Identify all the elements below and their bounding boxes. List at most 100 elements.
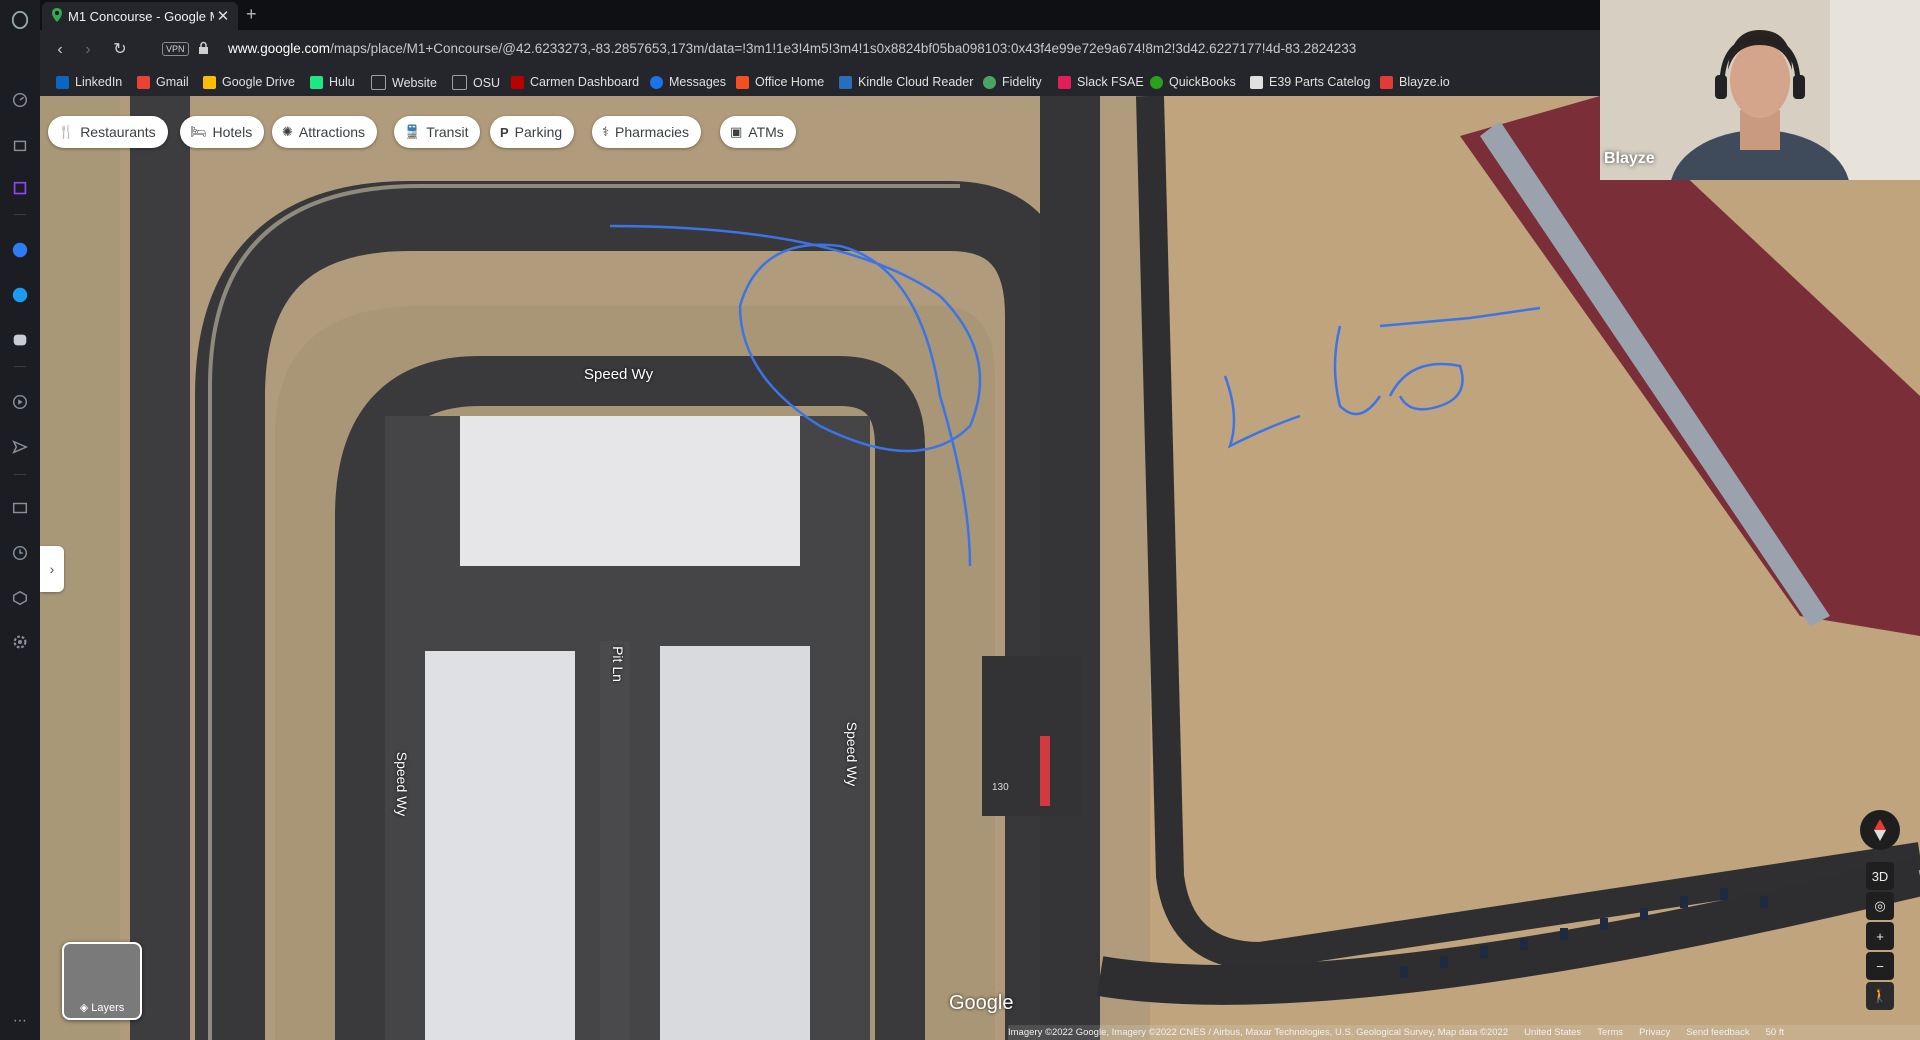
bookmark-kindle[interactable]: Kindle Cloud Reader	[839, 75, 973, 89]
forward-button[interactable]: ›	[78, 40, 98, 60]
chip-pharmacies[interactable]: ⚕ Pharmacies	[592, 116, 701, 148]
bookmark-google-drive[interactable]: Google Drive	[203, 75, 295, 89]
bookmark-label: Carmen Dashboard	[530, 75, 640, 89]
bookmark-quickbooks[interactable]: QuickBooks	[1150, 75, 1236, 89]
bookmark-blayze[interactable]: Blayze.io	[1380, 75, 1450, 89]
quickbooks-icon	[1150, 75, 1163, 89]
bookmark-linkedin[interactable]: LinkedIn	[56, 75, 122, 89]
bookmark-e39[interactable]: E39 Parts Catelog	[1250, 75, 1370, 89]
road-label: Speed Wy	[584, 366, 654, 383]
linkedin-icon	[56, 75, 69, 89]
chip-attractions[interactable]: ✺ Attractions	[272, 116, 378, 148]
bookmark-website[interactable]: Website	[371, 75, 437, 90]
send-feedback-link[interactable]: Send feedback	[1686, 1027, 1749, 1038]
my-location-button[interactable]: ◎	[1866, 892, 1894, 920]
pegman-button[interactable]: 🚶	[1866, 982, 1894, 1010]
send-icon[interactable]	[8, 435, 32, 459]
kindle-icon	[839, 75, 852, 89]
layers-button[interactable]: ◈ Layers	[62, 942, 142, 1020]
extensions-icon[interactable]	[8, 586, 32, 610]
pegman-icon: 🚶	[1871, 988, 1889, 1003]
chip-atms[interactable]: ▣ ATMs	[720, 116, 796, 148]
terms-link[interactable]: Terms	[1597, 1027, 1623, 1038]
tab-close-icon[interactable]: ✕	[214, 7, 232, 25]
zoom-in-button[interactable]: +	[1866, 922, 1894, 950]
opera-logo-icon[interactable]	[8, 8, 32, 32]
bookmark-label: QuickBooks	[1169, 75, 1236, 89]
road-marker: 130	[992, 782, 1009, 793]
tab-google-maps[interactable]: M1 Concourse - Google M ✕	[42, 2, 238, 30]
chip-transit[interactable]: 🚆 Transit	[394, 116, 481, 148]
shopping-icon[interactable]	[8, 133, 32, 157]
more-icon[interactable]: ⋯	[8, 1008, 32, 1032]
browser-sidebar: ⋯	[0, 0, 41, 1040]
imagery-credit: Imagery ©2022 Google, Imagery ©2022 CNES…	[1008, 1027, 1509, 1038]
twitter-icon[interactable]	[8, 283, 32, 307]
bookmark-label: LinkedIn	[75, 75, 123, 89]
privacy-link[interactable]: Privacy	[1639, 1027, 1670, 1038]
tilt-3d-button[interactable]: 3D	[1866, 862, 1894, 890]
scale-bar[interactable]: 50 ft	[1766, 1027, 1785, 1038]
url-host: www.google.com	[228, 41, 331, 56]
url-field[interactable]: www.google.com/maps/place/M1+Concourse/@…	[228, 41, 1356, 56]
reload-button[interactable]: ↻	[110, 40, 130, 60]
bookmark-hulu[interactable]: Hulu	[310, 75, 355, 89]
bookmark-label: Google Drive	[222, 75, 295, 89]
minus-icon: −	[1876, 958, 1884, 974]
discord-icon[interactable]	[8, 328, 32, 352]
bookmark-label: Blayze.io	[1399, 75, 1450, 89]
vpn-badge[interactable]: VPN	[162, 42, 189, 56]
google-logo: Google	[949, 992, 1014, 1014]
atm-icon: ▣	[730, 124, 743, 139]
bookmark-fidelity[interactable]: Fidelity	[983, 75, 1042, 89]
blayze-icon	[1380, 75, 1393, 89]
satellite-imagery	[40, 96, 1920, 1040]
google-drive-icon	[203, 75, 216, 89]
history-icon[interactable]	[8, 541, 32, 565]
region-link[interactable]: United States	[1524, 1027, 1581, 1038]
road-label: Speed Wy	[394, 751, 411, 817]
lock-icon[interactable]	[198, 41, 209, 60]
bookmark-label: OSU	[473, 75, 501, 90]
hulu-icon	[310, 75, 323, 89]
tabs-icon[interactable]	[8, 496, 32, 520]
chip-label: Transit	[426, 124, 469, 140]
location-icon: ◎	[1874, 898, 1886, 913]
bookmark-gmail[interactable]: Gmail	[137, 75, 189, 89]
messenger-icon[interactable]	[8, 238, 32, 262]
bookmark-messages[interactable]: Messages	[650, 75, 726, 89]
participant-name: Blayze	[1604, 150, 1655, 167]
zoom-out-button[interactable]: −	[1866, 952, 1894, 980]
document-icon	[1250, 75, 1263, 89]
new-tab-button[interactable]: +	[246, 4, 257, 25]
player-icon[interactable]	[8, 390, 32, 414]
layers-icon: ◈	[79, 1002, 92, 1014]
slack-icon	[1058, 75, 1071, 89]
settings-icon[interactable]	[8, 630, 32, 654]
chip-parking[interactable]: P Parking	[490, 116, 575, 148]
pharmacy-icon: ⚕	[602, 124, 610, 139]
bookmark-slack[interactable]: Slack FSAE	[1058, 75, 1144, 89]
gmail-icon	[137, 75, 150, 89]
carmen-icon	[511, 75, 524, 89]
chevron-right-icon: ›	[49, 561, 55, 577]
expand-panel-button[interactable]: ›	[40, 546, 64, 592]
fidelity-icon	[983, 75, 996, 89]
chip-hotels[interactable]: 🛏 Hotels	[180, 116, 265, 148]
bookmark-office-home[interactable]: Office Home	[736, 75, 824, 89]
satellite-map[interactable]: Speed Wy Speed Wy Speed Wy Pit Ln 130 🍴 R…	[40, 96, 1920, 1040]
chip-label: Parking	[514, 124, 563, 140]
compass-control[interactable]	[1860, 810, 1900, 850]
layers-label: Layers	[91, 1002, 125, 1014]
messages-icon	[650, 75, 663, 89]
tab-strip: M1 Concourse - Google M ✕ +	[40, 0, 1600, 30]
twitch-icon[interactable]	[8, 177, 32, 201]
webcam-overlay: Blayze	[1600, 0, 1920, 180]
bookmark-osu[interactable]: OSU	[452, 75, 500, 90]
back-button[interactable]: ‹	[50, 40, 70, 60]
chip-label: Pharmacies	[615, 124, 689, 140]
folder-icon	[371, 75, 386, 90]
speed-dial-icon[interactable]	[8, 88, 32, 112]
chip-restaurants[interactable]: 🍴 Restaurants	[48, 116, 168, 148]
bookmark-carmen[interactable]: Carmen Dashboard	[511, 75, 639, 89]
